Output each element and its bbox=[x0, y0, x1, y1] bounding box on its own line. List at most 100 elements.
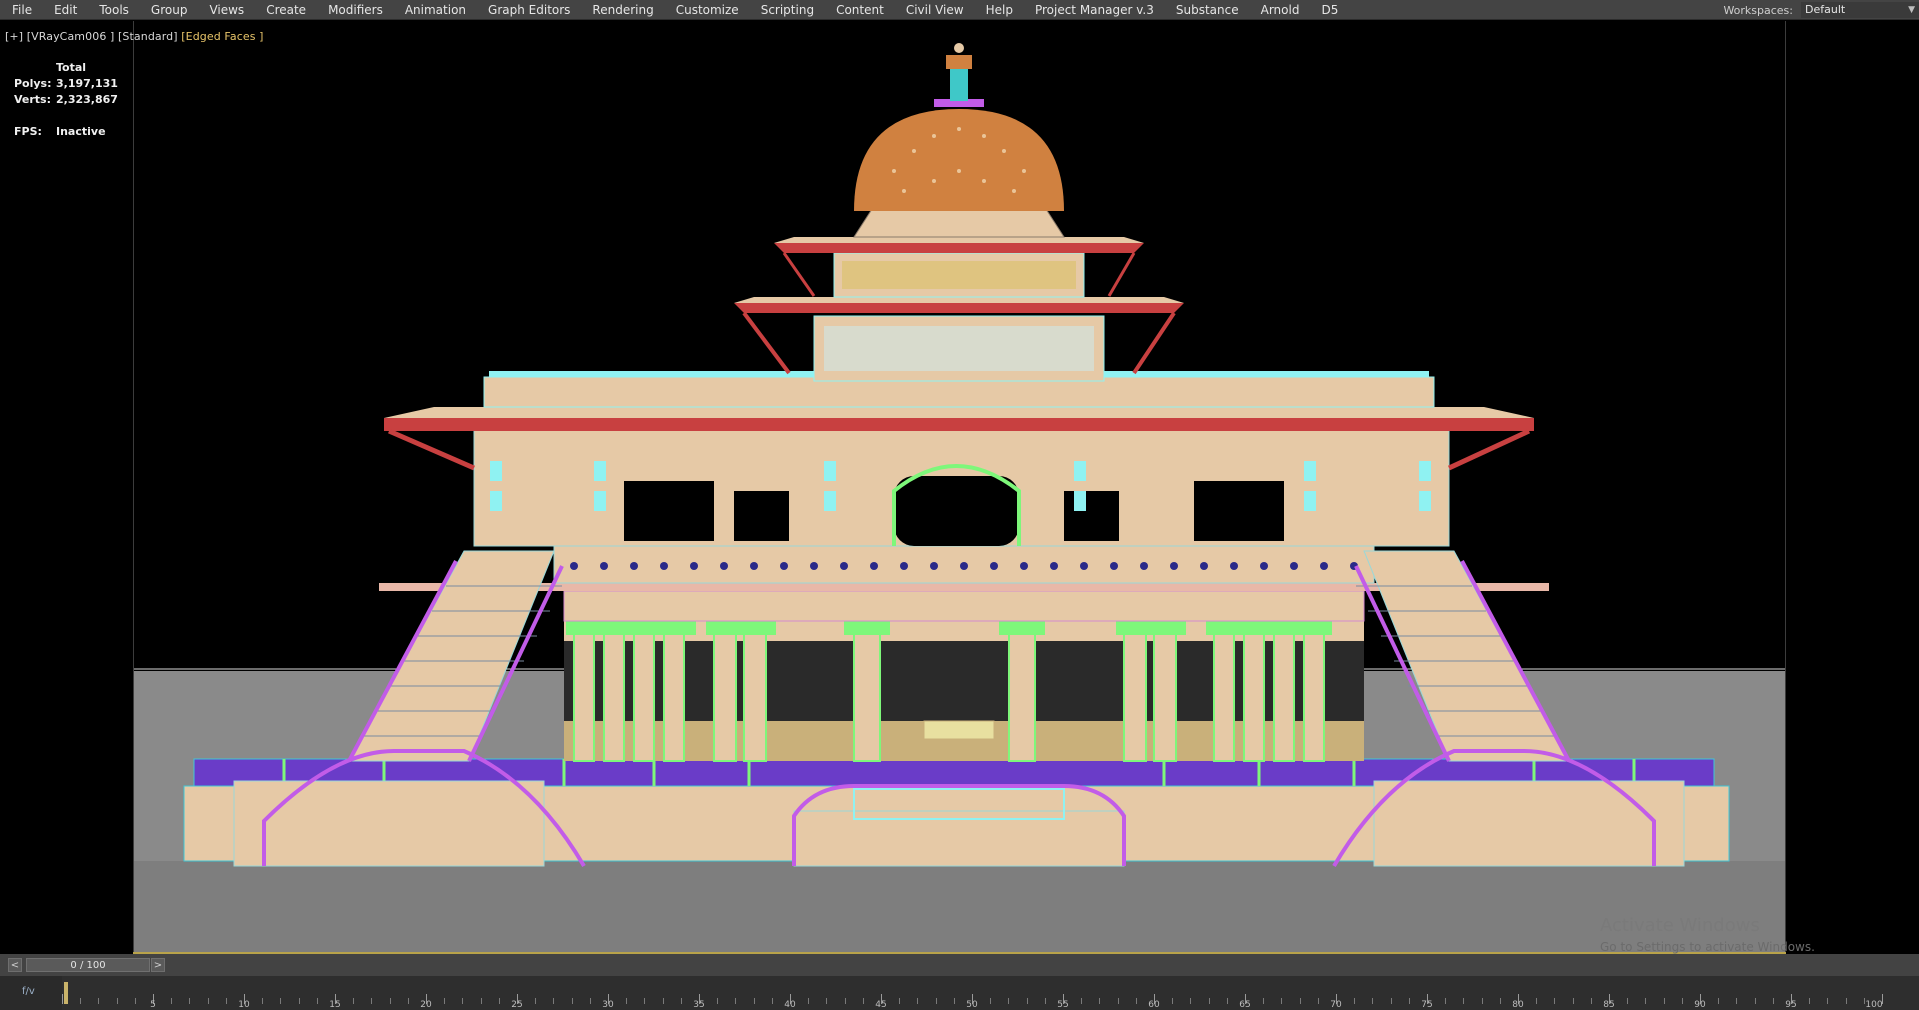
stats-header: Total bbox=[56, 61, 87, 74]
menu-create[interactable]: Create bbox=[255, 0, 317, 20]
workspaces-area: Workspaces: Default ▼ bbox=[1723, 0, 1919, 20]
timeline-tick-label: 85 bbox=[1603, 1000, 1615, 1010]
timeline-tick bbox=[498, 998, 500, 1004]
menu-modifiers[interactable]: Modifiers bbox=[317, 0, 394, 20]
verts-label: Verts: bbox=[14, 93, 52, 106]
menu-d5[interactable]: D5 bbox=[1310, 0, 1349, 20]
viewport-menu-plus[interactable]: [+] bbox=[5, 30, 23, 43]
timeline-tick-label: 60 bbox=[1148, 1000, 1160, 1010]
timeline-tick bbox=[1809, 998, 1811, 1004]
timeline-tick bbox=[171, 998, 173, 1004]
timeline-tick bbox=[444, 998, 446, 1004]
timeline-tick bbox=[1226, 998, 1228, 1004]
left-lower-stair bbox=[233, 780, 545, 867]
tier2-brace-left bbox=[742, 311, 791, 375]
timeline-tick bbox=[134, 998, 136, 1004]
timeline-tick bbox=[1554, 998, 1556, 1004]
timeline-tick bbox=[1463, 998, 1465, 1004]
timeline-tick bbox=[1772, 998, 1774, 1004]
timeline-tick bbox=[189, 998, 191, 1004]
menu-group[interactable]: Group bbox=[140, 0, 199, 20]
timeline-tick bbox=[1445, 998, 1447, 1004]
menu-rendering[interactable]: Rendering bbox=[581, 0, 664, 20]
menu-scripting[interactable]: Scripting bbox=[750, 0, 825, 20]
timeline-tick bbox=[1590, 998, 1592, 1004]
timeline-tick-label: 100 bbox=[1865, 1000, 1883, 1010]
timeline-tick bbox=[1536, 998, 1538, 1004]
second-tier-lattice bbox=[824, 326, 1094, 371]
second-tier-eave bbox=[734, 303, 1184, 313]
frame-counter[interactable]: 0 / 100 bbox=[26, 958, 150, 972]
menu-views[interactable]: Views bbox=[198, 0, 255, 20]
timeline-tick bbox=[1081, 998, 1083, 1004]
timeline-tick bbox=[917, 998, 919, 1004]
timeline-tick bbox=[207, 998, 209, 1004]
workspaces-dropdown[interactable]: Default ▼ bbox=[1801, 2, 1919, 18]
timeline-tick bbox=[1172, 998, 1174, 1004]
menu-file[interactable]: File bbox=[0, 0, 43, 20]
verts-value: 2,323,867 bbox=[56, 93, 118, 106]
timeline-tick bbox=[735, 998, 737, 1004]
timeline-tick bbox=[1754, 998, 1756, 1004]
menu-arnold[interactable]: Arnold bbox=[1250, 0, 1311, 20]
menu-customize[interactable]: Customize bbox=[665, 0, 750, 20]
timeline-tick bbox=[1008, 998, 1010, 1004]
menu-tools[interactable]: Tools bbox=[88, 0, 140, 20]
fps-value: Inactive bbox=[56, 125, 106, 138]
timeline-tick bbox=[535, 998, 537, 1004]
timeline-ruler[interactable]: 5 10 15 20 25 30 35 40 45 50 55 60 65 70 75 80 85 90 95 100 bbox=[62, 976, 1883, 1010]
timeline: < 0 / 100 > f/v 5 10 15 20 25 30 35 40 45 50 55 60 6… bbox=[0, 954, 1919, 1010]
menu-civil-view[interactable]: Civil View bbox=[895, 0, 975, 20]
timeline-tick-label: 75 bbox=[1421, 1000, 1433, 1010]
menu-substance[interactable]: Substance bbox=[1165, 0, 1250, 20]
timeline-tick-label: 40 bbox=[784, 1000, 796, 1010]
timeline-tick bbox=[862, 998, 864, 1004]
time-playhead[interactable] bbox=[64, 982, 68, 1004]
time-slider[interactable]: < 0 / 100 > bbox=[0, 954, 1919, 976]
timeline-tick bbox=[1135, 998, 1137, 1004]
menu-animation[interactable]: Animation bbox=[394, 0, 477, 20]
timeline-tick-label: 45 bbox=[875, 1000, 887, 1010]
timeline-tick bbox=[262, 998, 264, 1004]
timeline-tick bbox=[826, 998, 828, 1004]
polys-label: Polys: bbox=[14, 77, 52, 90]
tier3-brace-right bbox=[1107, 252, 1136, 297]
timeline-tick bbox=[1627, 998, 1629, 1004]
timeline-tick-label: 5 bbox=[150, 1000, 156, 1010]
timeline-tick bbox=[389, 998, 391, 1004]
timeline-tick bbox=[1117, 998, 1119, 1004]
timeline-tick bbox=[1390, 998, 1392, 1004]
ground-plane-shade bbox=[134, 861, 1785, 952]
timeline-tick bbox=[1663, 998, 1665, 1004]
viewport-camera-label[interactable]: [VRayCam006 ] bbox=[27, 30, 115, 43]
key-filter-icon[interactable]: f/v bbox=[22, 986, 35, 997]
timeline-tick-label: 10 bbox=[238, 1000, 250, 1010]
timeline-tick bbox=[1408, 998, 1410, 1004]
timeline-tick bbox=[298, 998, 300, 1004]
timeline-tick-label: 65 bbox=[1239, 1000, 1251, 1010]
tier3-brace-left bbox=[782, 252, 816, 297]
timeline-tick bbox=[1317, 998, 1319, 1004]
time-prev-button[interactable]: < bbox=[8, 958, 22, 972]
timeline-tick bbox=[844, 998, 846, 1004]
menu-help[interactable]: Help bbox=[975, 0, 1024, 20]
menu-project-manager-v-3[interactable]: Project Manager v.3 bbox=[1024, 0, 1165, 20]
menu-content[interactable]: Content bbox=[825, 0, 895, 20]
timeline-tick-label: 30 bbox=[602, 1000, 614, 1010]
menu-graph-editors[interactable]: Graph Editors bbox=[477, 0, 581, 20]
timeline-tick bbox=[462, 998, 464, 1004]
timeline-tick bbox=[1281, 998, 1283, 1004]
timeline-tick bbox=[1026, 998, 1028, 1004]
timeline-tick bbox=[371, 998, 373, 1004]
menu-edit[interactable]: Edit bbox=[43, 0, 88, 20]
timeline-tick bbox=[553, 998, 555, 1004]
scene-temple-model[interactable] bbox=[134, 21, 1785, 952]
timeline-tick bbox=[1263, 998, 1265, 1004]
finial-tip bbox=[954, 43, 964, 53]
timeline-tick bbox=[1681, 998, 1683, 1004]
second-tier-roof bbox=[734, 297, 1184, 303]
timeline-tick bbox=[753, 998, 755, 1004]
time-next-button[interactable]: > bbox=[151, 958, 165, 972]
roof-brace-right bbox=[1447, 428, 1531, 471]
viewport-statistics: Total Polys: 3,197,131 Verts: 2,323,867 FP… bbox=[14, 60, 118, 140]
